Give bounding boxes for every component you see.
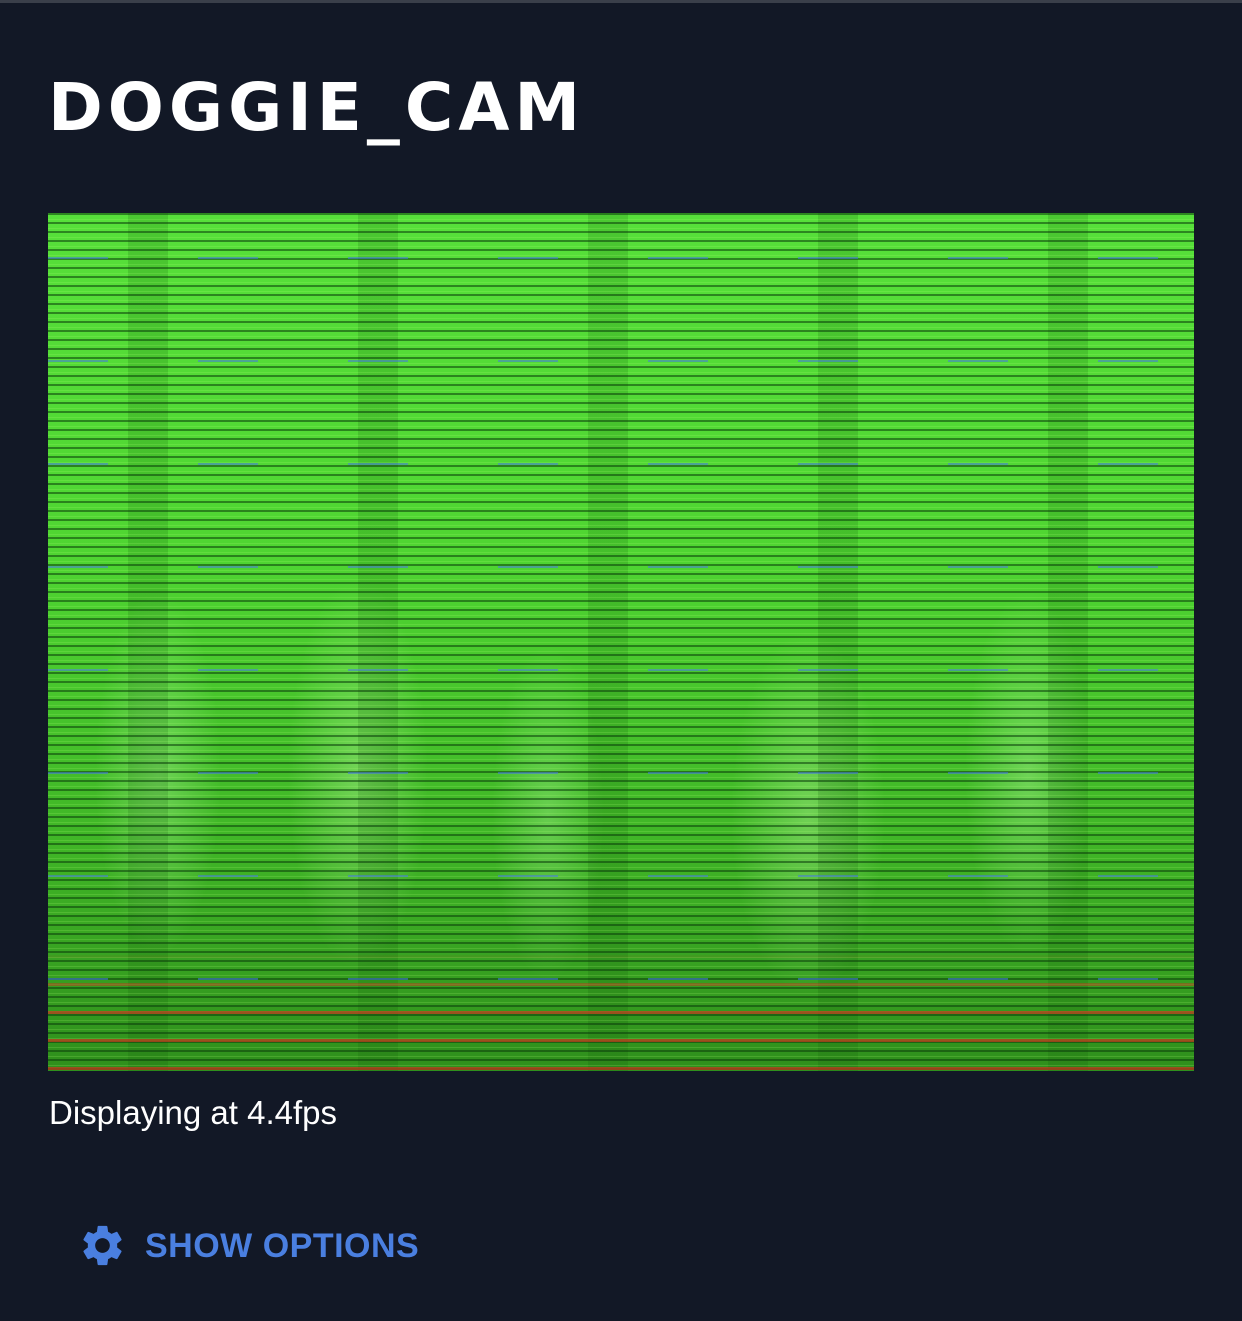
fps-status: Displaying at 4.4fps bbox=[49, 1094, 337, 1131]
show-options-button[interactable]: SHOW OPTIONS bbox=[78, 1221, 419, 1270]
show-options-label: SHOW OPTIONS bbox=[145, 1226, 420, 1265]
feed-red-streaks bbox=[48, 213, 1194, 1071]
gear-icon bbox=[83, 1225, 122, 1266]
camera-feed-image bbox=[48, 213, 1194, 1071]
camera-card: DOGGIE_CAM Displaying at 4.4fps SHOW OPT… bbox=[0, 0, 1242, 1321]
camera-title: DOGGIE_CAM bbox=[48, 69, 586, 146]
